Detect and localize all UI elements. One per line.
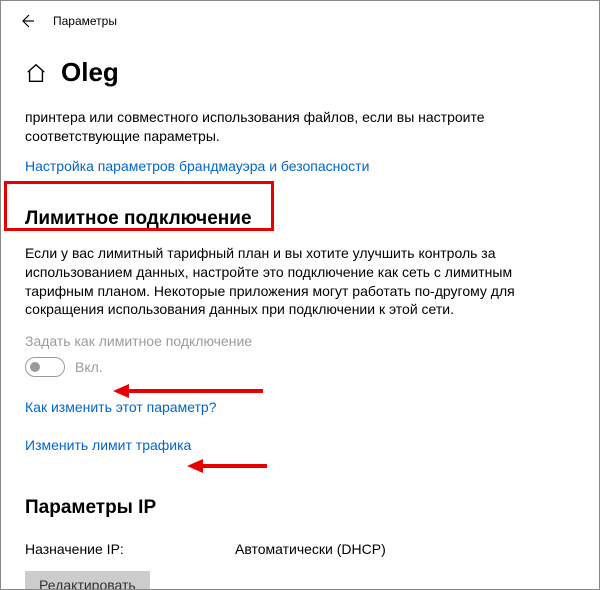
firewall-settings-link[interactable]: Настройка параметров брандмауэра и безоп…: [25, 158, 369, 174]
page-header: Oleg: [25, 57, 575, 88]
ip-assignment-label: Назначение IP:: [25, 541, 235, 557]
ip-assignment-row: Назначение IP: Автоматически (DHCP): [25, 541, 575, 557]
metered-toggle-state: Вкл.: [75, 359, 103, 375]
metered-connection-heading: Лимитное подключение: [25, 208, 252, 230]
arrow-left-icon: [19, 13, 35, 29]
back-button[interactable]: [9, 3, 45, 39]
toggle-knob: [30, 362, 40, 372]
ip-assignment-value: Автоматически (DHCP): [235, 541, 386, 557]
metered-toggle[interactable]: [25, 357, 65, 377]
titlebar: Параметры: [1, 1, 599, 41]
ip-settings-heading: Параметры IP: [25, 497, 156, 519]
metered-toggle-label: Задать как лимитное подключение: [25, 333, 575, 349]
metered-connection-description: Если у вас лимитный тарифный план и вы х…: [25, 244, 575, 320]
page-title: Oleg: [61, 57, 119, 88]
ip-edit-button[interactable]: Редактировать: [25, 571, 150, 590]
network-profile-description-tail: принтера или совместного использования ф…: [25, 108, 575, 146]
titlebar-title: Параметры: [53, 14, 117, 28]
data-limit-link[interactable]: Изменить лимит трафика: [25, 437, 191, 453]
metered-help-link[interactable]: Как изменить этот параметр?: [25, 399, 217, 415]
home-icon: [25, 62, 47, 84]
